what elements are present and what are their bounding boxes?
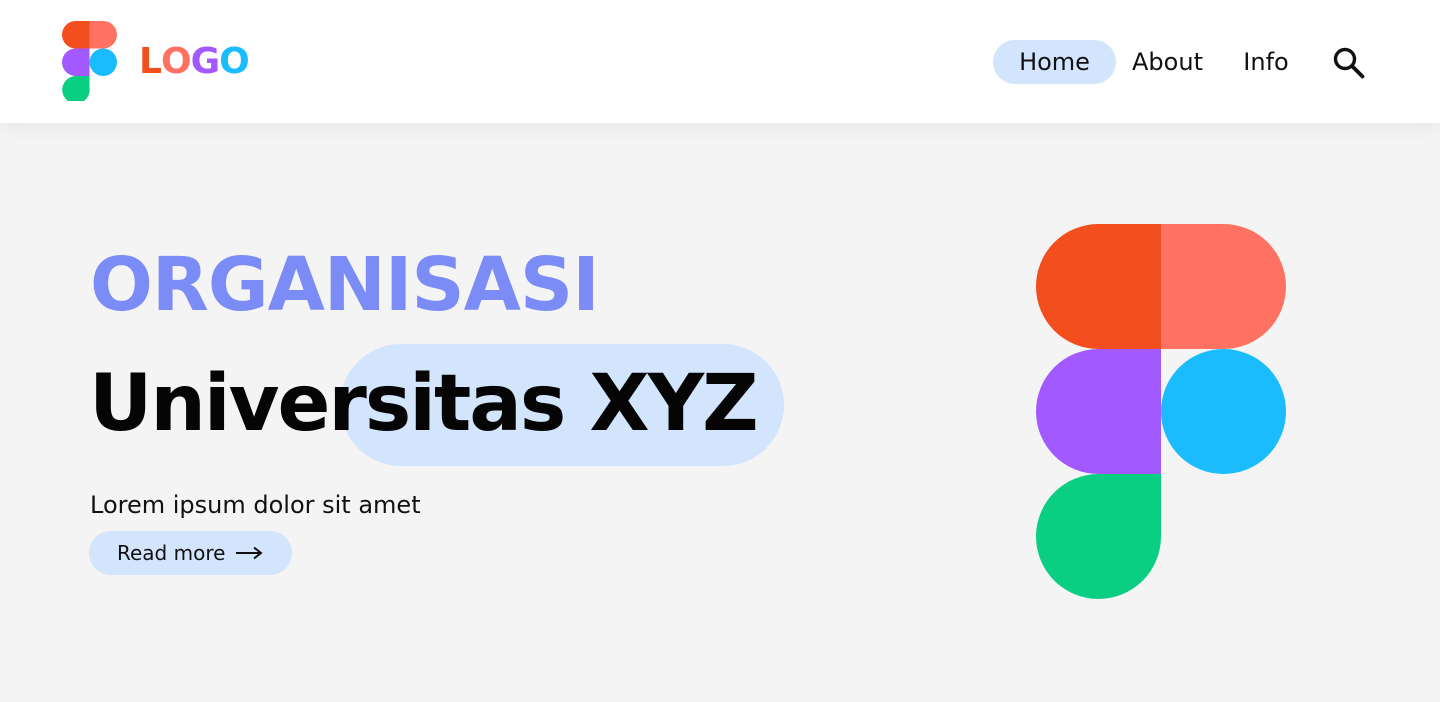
read-more-label: Read more xyxy=(117,541,226,565)
figma-coral-shape xyxy=(1161,224,1286,349)
nav-info[interactable]: Info xyxy=(1234,40,1298,84)
hero-subtitle: Lorem ipsum dolor sit amet xyxy=(90,491,421,519)
figma-blue-shape xyxy=(1161,349,1286,474)
hero-title: Universitas XYZ xyxy=(89,359,759,449)
main-nav: Home About Info xyxy=(0,40,1440,84)
hero-kicker: ORGANISASI xyxy=(90,242,600,328)
figma-green-shape xyxy=(1036,474,1161,599)
figma-red-shape xyxy=(1036,224,1161,349)
figma-hero-illustration xyxy=(1036,224,1286,599)
nav-home[interactable]: Home xyxy=(993,40,1116,84)
search-icon[interactable] xyxy=(1332,46,1366,80)
read-more-button[interactable]: Read more xyxy=(89,531,292,575)
arrow-right-icon xyxy=(236,546,264,560)
site-header: LOGO Home About Info xyxy=(0,0,1440,123)
nav-about[interactable]: About xyxy=(1124,40,1211,84)
figma-purple-shape xyxy=(1036,349,1161,474)
